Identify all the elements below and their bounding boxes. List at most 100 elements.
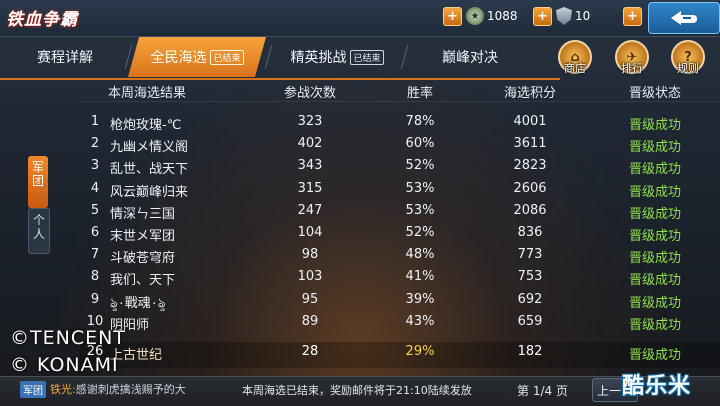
side-tab-legion[interactable]: 军团	[28, 156, 48, 208]
name-cell: 末世メ军团	[110, 229, 176, 244]
table-row: 1 枪炮玫瑰-℃ 323 78% 4001 晋级成功	[80, 114, 720, 135]
gold-value: 1088	[487, 9, 518, 23]
header-score: 海选积分	[503, 86, 556, 101]
status-cell: 晋级成功	[628, 184, 681, 200]
winrate-cell: 53%	[405, 180, 435, 196]
rank-cell: 1	[90, 114, 100, 129]
ranking-label: 排行	[621, 62, 643, 75]
winrate-cell: 48%	[405, 247, 435, 263]
rank-cell: 8	[90, 269, 100, 285]
table-row: 7 斗破苍穹府 98 48% 773 晋级成功	[80, 247, 720, 268]
copyright-tencent: ©TENCENT	[10, 327, 126, 349]
score-cell: 692	[517, 291, 543, 307]
rank-cell: 9	[90, 291, 100, 307]
rank-cell: 5	[90, 202, 100, 218]
tab-schedule[interactable]: 赛程详解	[10, 37, 120, 77]
rules-button[interactable]: ? 规则	[668, 40, 708, 75]
status-cell: 晋级成功	[628, 317, 681, 333]
table-row: 2 九幽メ情义阁 402 60% 3611 晋级成功	[80, 136, 720, 157]
status-cell: 晋级成功	[628, 140, 681, 156]
add-gold-button[interactable]: +	[443, 6, 462, 26]
tab-ended-badge: 已结束	[350, 49, 384, 65]
name-cell: ৡ۰戰魂۰ৡ	[110, 295, 166, 311]
battles-cell: 98	[301, 247, 319, 263]
ranking-button[interactable]: ✈ 排行	[612, 40, 652, 75]
name-cell: 斗破苍穹府	[110, 251, 176, 267]
side-tab-personal[interactable]: 个人	[28, 208, 50, 254]
winrate-cell: 43%	[405, 313, 435, 329]
own-legion-row: 26 上古世纪 28 29% 182 晋级成功	[80, 342, 720, 368]
rules-label: 规则	[677, 62, 699, 75]
medal-icon: ★	[466, 7, 484, 25]
tab-ended-badge: 已结束	[210, 49, 244, 65]
tab-label: 巅峰对决	[442, 50, 498, 66]
name-cell: 枪炮玫瑰-℃	[110, 118, 182, 133]
battles-cell: 89	[301, 313, 319, 329]
header-battles: 参战次数	[283, 86, 336, 101]
header-divider	[80, 101, 720, 102]
battles-cell: 315	[297, 180, 323, 196]
chat-ticker[interactable]: 军团 铁光: 感谢刺虎擒浅赐予的大	[20, 379, 232, 399]
winrate-cell: 52%	[405, 225, 435, 240]
table-row: 3 乱世、战天下 343 52% 2823 晋级成功	[80, 158, 720, 179]
page-title: 铁血争霸	[6, 10, 78, 30]
score-cell: 182	[517, 344, 543, 359]
site-logo: 酷乐米	[622, 374, 692, 399]
chat-sender: 铁光:	[50, 383, 76, 396]
add-resource-button[interactable]: +	[623, 7, 642, 26]
status-cell: 晋级成功	[628, 206, 681, 222]
tab-label: 赛程详解	[37, 50, 93, 66]
resource-shield: + 10	[533, 6, 591, 26]
reward-notice: 本周海选已结束，奖励邮件将于21:10陆续发放	[242, 384, 472, 397]
tab-elite[interactable]: 精英挑战 已结束	[272, 37, 402, 77]
tab-final[interactable]: 巅峰对决	[410, 37, 530, 77]
copyright-konami: © KONAMI	[10, 354, 119, 376]
shop-button[interactable]: ⌂ 商店	[555, 40, 595, 75]
name-cell: 风云巅峰归来	[110, 184, 189, 200]
status-cell: 晋级成功	[628, 348, 681, 363]
table-row: 4 风云巅峰归来 315 53% 2606 晋级成功	[80, 181, 720, 202]
shield-icon	[556, 7, 572, 25]
tab-label: 精英挑战	[290, 50, 347, 66]
status-cell: 晋级成功	[628, 162, 681, 178]
back-arrow-icon	[671, 11, 697, 25]
winrate-cell: 53%	[405, 202, 435, 218]
shield-value: 10	[575, 9, 591, 23]
status-cell: 晋级成功	[628, 251, 681, 267]
name-cell: 九幽メ情义阁	[110, 140, 189, 156]
rank-cell: 7	[90, 247, 100, 263]
battles-cell: 103	[297, 269, 323, 285]
add-shield-button[interactable]: +	[533, 6, 552, 26]
table-row: 8 我们、天下 103 41% 753 晋级成功	[80, 269, 720, 290]
header-winrate: 胜率	[406, 86, 433, 101]
tab-label: 全民海选	[150, 50, 207, 66]
chat-message: 感谢刺虎擒浅赐予的大	[75, 383, 186, 396]
battles-cell: 323	[297, 114, 323, 129]
score-cell: 753	[517, 269, 543, 285]
table-row: 5 情深ㄣ三国 247 53% 2086 晋级成功	[80, 203, 720, 224]
status-cell: 晋级成功	[628, 273, 681, 289]
table-row: 6 末世メ军团 104 52% 836 晋级成功	[80, 225, 720, 246]
rank-cell: 4	[90, 180, 100, 196]
score-cell: 2086	[513, 202, 547, 218]
battles-cell: 247	[297, 202, 323, 218]
name-cell: 情深ㄣ三国	[110, 206, 176, 222]
winrate-cell: 78%	[405, 114, 435, 129]
winrate-cell: 60%	[405, 136, 435, 152]
status-cell: 晋级成功	[628, 118, 681, 133]
winrate-cell: 52%	[405, 158, 435, 174]
table-row: 10 阴阳师 89 43% 659 晋级成功	[80, 314, 720, 335]
chat-channel-badge: 军团	[20, 380, 46, 398]
table-header: 本周海选结果 参战次数 胜率 海选积分 晋级状态	[80, 82, 720, 102]
tab-audition[interactable]: 全民海选 已结束	[128, 37, 266, 77]
resource-gold: + ★ 1088	[443, 6, 518, 26]
table-row: 9 ৡ۰戰魂۰ৡ 95 39% 692 晋级成功	[80, 292, 720, 313]
name-cell: 阴阳师	[110, 317, 150, 333]
name-cell: 我们、天下	[110, 273, 176, 289]
tab-divider	[124, 45, 133, 69]
status-cell: 晋级成功	[628, 229, 681, 244]
score-cell: 773	[517, 247, 543, 263]
back-button[interactable]	[648, 2, 720, 34]
rank-cell: 6	[90, 225, 100, 240]
winrate-cell: 39%	[405, 291, 435, 307]
